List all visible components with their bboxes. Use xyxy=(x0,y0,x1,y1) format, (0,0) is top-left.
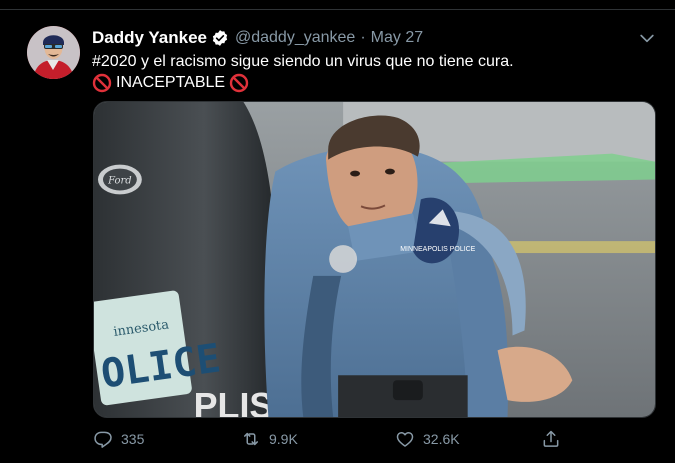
heart-icon xyxy=(396,432,414,447)
retweet-button[interactable]: 9.9K xyxy=(241,429,298,449)
avatar[interactable] xyxy=(27,26,80,79)
tweet-header: Daddy Yankee @daddy_yankee · May 27 xyxy=(92,27,423,49)
police-officer-photo: Ford innesota OLICE PLIS MINNEAPOLIS POL… xyxy=(94,102,655,417)
tweet-text: #2020 y el racismo sigue siendo un virus… xyxy=(92,51,652,93)
avatar-photo xyxy=(27,26,80,79)
share-button[interactable] xyxy=(541,429,561,449)
tweet-text-emphasis: INACEPTABLE xyxy=(116,74,226,91)
author-handle[interactable]: @daddy_yankee xyxy=(235,29,355,47)
retweet-icon xyxy=(244,432,258,446)
retweet-count: 9.9K xyxy=(269,431,298,447)
no-entry-icon xyxy=(229,73,249,93)
police-patch-text: MINNEAPOLIS POLICE xyxy=(400,246,475,253)
no-entry-icon xyxy=(92,73,112,93)
separator-dot: · xyxy=(360,29,366,46)
reply-icon xyxy=(94,431,112,448)
tweet-media-photo[interactable]: Ford innesota OLICE PLIS MINNEAPOLIS POL… xyxy=(93,101,656,418)
svg-text:Ford: Ford xyxy=(107,175,131,186)
reply-button[interactable]: 335 xyxy=(93,429,144,449)
top-divider xyxy=(0,0,675,10)
verified-badge-icon xyxy=(211,29,229,47)
chevron-down-icon[interactable] xyxy=(637,28,657,48)
tweet-text-line-2: INACEPTABLE xyxy=(92,72,652,93)
tweet[interactable]: Daddy Yankee @daddy_yankee · May 27 #202… xyxy=(0,11,675,463)
like-button[interactable]: 32.6K xyxy=(395,429,460,449)
tweet-text-line-1: #2020 y el racismo sigue siendo un virus… xyxy=(92,53,514,70)
tweet-actions: 335 9.9K 32.6K xyxy=(93,429,563,457)
bumper-text: PLIS xyxy=(194,386,274,417)
like-count: 32.6K xyxy=(423,431,460,447)
share-icon xyxy=(543,430,559,447)
reply-count: 335 xyxy=(121,431,145,447)
tweet-date[interactable]: May 27 xyxy=(371,29,423,47)
display-name[interactable]: Daddy Yankee xyxy=(92,28,207,48)
